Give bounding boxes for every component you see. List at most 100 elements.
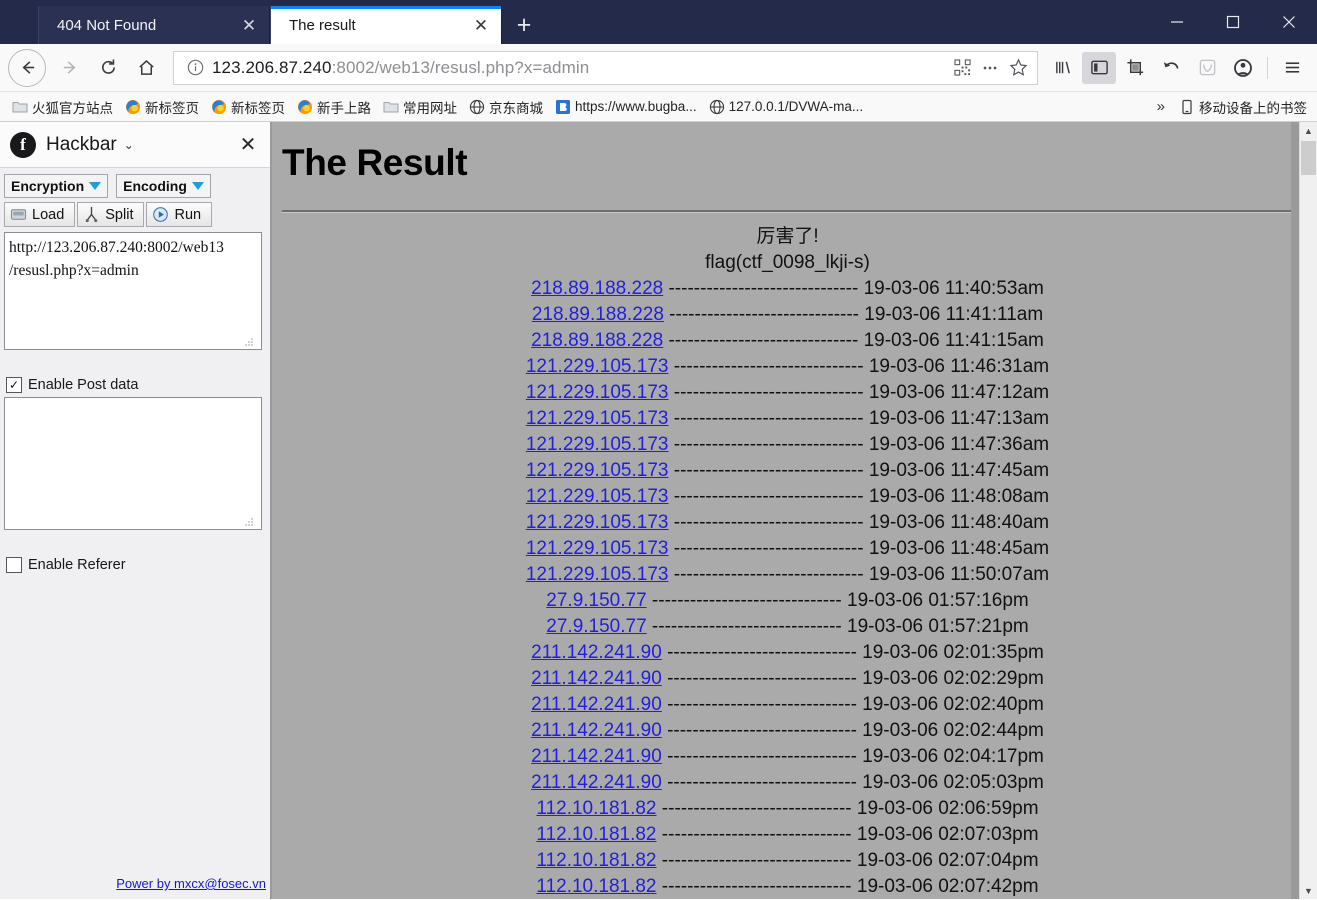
bookmark-label: 火狐官方站点 (32, 100, 113, 116)
enable-post-data-row[interactable]: ✓ Enable Post data (6, 377, 266, 393)
chevron-down-icon[interactable]: ⌄ (124, 138, 134, 152)
bookmark-item-mobile[interactable]: 移动设备上的书签 (1173, 95, 1311, 119)
bookmarks-overflow-button[interactable]: » (1149, 98, 1173, 115)
qr-code-icon[interactable] (949, 55, 975, 81)
power-by-link[interactable]: Power by mxcx@fosec.vn (116, 876, 266, 891)
visitor-ip-link[interactable]: 121.229.105.173 (526, 460, 669, 481)
visitor-ip-link[interactable]: 121.229.105.173 (526, 408, 669, 429)
visitor-ip-link[interactable]: 218.89.188.228 (531, 330, 663, 351)
scroll-up-arrow-icon[interactable]: ▲ (1300, 122, 1317, 139)
enable-post-data-checkbox[interactable]: ✓ (6, 377, 22, 393)
enable-referer-checkbox[interactable] (6, 557, 22, 573)
log-row: 112.10.181.82 --------------------------… (282, 848, 1293, 874)
screenshot-icon[interactable] (1118, 52, 1152, 84)
enable-referer-row[interactable]: Enable Referer (6, 557, 266, 573)
info-circle-icon[interactable] (184, 57, 206, 79)
bookmark-item[interactable]: 新标签页 (119, 95, 205, 119)
visitor-ip-link[interactable]: 27.9.150.77 (546, 616, 646, 637)
tab-404-not-found[interactable]: 404 Not Found ✕ (38, 6, 270, 44)
page-scrollbar[interactable]: ▲ ▼ (1299, 122, 1317, 899)
visitor-ip-link[interactable]: 211.142.241.90 (531, 720, 662, 741)
visitor-ip-link[interactable]: 211.142.241.90 (531, 642, 662, 663)
bookmark-item[interactable]: 新手上路 (291, 95, 377, 119)
dash-separator: ------------------------------ (646, 616, 848, 637)
bookmark-item[interactable]: 127.0.0.1/DVWA-ma... (703, 97, 870, 117)
browser-title-bar: 404 Not Found ✕ The result ✕ + (0, 0, 1317, 44)
visit-timestamp: 19-03-06 11:47:13am (868, 408, 1050, 429)
reload-button[interactable] (89, 49, 127, 87)
account-icon[interactable] (1226, 52, 1260, 84)
visitor-ip-link[interactable]: 211.142.241.90 (531, 668, 662, 689)
visitor-ip-link[interactable]: 218.89.188.228 (532, 304, 664, 325)
visitor-ip-link[interactable]: 112.10.181.82 (536, 850, 656, 871)
star-icon[interactable] (1005, 55, 1031, 81)
scrollbar-thumb[interactable] (1301, 141, 1316, 175)
forward-button[interactable] (51, 49, 89, 87)
sidebar-toggle-icon[interactable] (1082, 51, 1116, 84)
log-row: 112.10.181.82 --------------------------… (282, 874, 1293, 899)
visitor-ip-link[interactable]: 112.10.181.82 (536, 824, 656, 845)
resize-grip-icon[interactable] (244, 337, 254, 347)
url-input[interactable]: 123.206.87.240:8002/web13/resusl.php?x=a… (206, 58, 949, 78)
visitor-ip-link[interactable]: 121.229.105.173 (526, 356, 669, 377)
encryption-dropdown[interactable]: Encryption (4, 174, 109, 198)
tab-the-result[interactable]: The result ✕ (270, 6, 502, 44)
visitor-ip-link[interactable]: 121.229.105.173 (526, 486, 669, 507)
horizontal-divider (282, 210, 1293, 213)
visitor-ip-link[interactable]: 121.229.105.173 (526, 382, 669, 403)
log-row: 211.142.241.90 -------------------------… (282, 718, 1293, 744)
visitor-ip-link[interactable]: 112.10.181.82 (536, 876, 656, 897)
split-label: Split (105, 206, 134, 223)
bookmark-item[interactable]: 常用网址 (377, 95, 463, 119)
bookmark-item[interactable]: 火狐官方站点 (6, 95, 119, 119)
back-button[interactable] (8, 48, 46, 87)
sidebar-close-icon[interactable]: ✕ (236, 133, 260, 157)
split-button[interactable]: Split (77, 202, 145, 227)
visitor-ip-link[interactable]: 211.142.241.90 (531, 694, 662, 715)
log-row: 121.229.105.173 ------------------------… (282, 458, 1293, 484)
load-button[interactable]: Load (4, 202, 76, 227)
menu-icon[interactable] (1275, 52, 1309, 84)
visitor-ip-link[interactable]: 27.9.150.77 (546, 590, 646, 611)
url-textarea[interactable]: http://123.206.87.240:8002/web13 /resusl… (4, 232, 262, 350)
tab-label: 404 Not Found (57, 16, 157, 34)
success-message: 厉害了! (756, 226, 819, 247)
maximize-icon[interactable] (1205, 0, 1261, 44)
save-to-pocket-icon[interactable] (1190, 52, 1224, 84)
globe-icon (469, 99, 485, 114)
library-icon[interactable] (1046, 52, 1080, 84)
visit-timestamp: 19-03-06 11:40:53am (863, 278, 1044, 299)
visitor-ip-link[interactable]: 121.229.105.173 (526, 538, 669, 559)
run-button[interactable]: Run (146, 202, 213, 227)
bookmark-item[interactable]: 京东商城 (463, 95, 549, 119)
visitor-ip-link[interactable]: 112.10.181.82 (536, 798, 656, 819)
visitor-ip-link[interactable]: 211.142.241.90 (531, 746, 662, 767)
dash-separator: ------------------------------ (663, 304, 865, 325)
close-icon[interactable] (1261, 0, 1317, 44)
sidebar-title: Hackbar (46, 133, 117, 155)
visitor-ip-link[interactable]: 218.89.188.228 (531, 278, 663, 299)
bookmark-item[interactable]: https://www.bugba... (549, 97, 703, 117)
new-tab-button[interactable]: + (506, 6, 542, 44)
visit-timestamp: 19-03-06 11:47:45am (868, 460, 1050, 481)
home-button[interactable] (127, 49, 165, 87)
resize-grip-icon[interactable] (244, 517, 254, 527)
close-icon[interactable]: ✕ (237, 13, 261, 37)
undo-icon[interactable] (1154, 52, 1188, 84)
bookmark-item[interactable]: 新标签页 (205, 95, 291, 119)
close-icon[interactable]: ✕ (469, 13, 493, 37)
dash-separator: ------------------------------ (668, 460, 869, 481)
encoding-dropdown[interactable]: Encoding (116, 174, 211, 198)
visitor-ip-link[interactable]: 121.229.105.173 (526, 564, 669, 585)
log-row: 218.89.188.228 -------------------------… (282, 302, 1293, 328)
visitor-ip-link[interactable]: 121.229.105.173 (526, 434, 669, 455)
scroll-down-arrow-icon[interactable]: ▼ (1300, 882, 1317, 899)
mobile-device-icon (1182, 99, 1192, 114)
url-bar[interactable]: 123.206.87.240:8002/web13/resusl.php?x=a… (173, 50, 1038, 85)
bookmark-label: 移动设备上的书签 (1199, 100, 1307, 116)
minimize-icon[interactable] (1149, 0, 1205, 44)
visitor-ip-link[interactable]: 121.229.105.173 (526, 512, 669, 533)
visitor-ip-link[interactable]: 211.142.241.90 (531, 772, 662, 793)
ellipsis-icon[interactable] (977, 55, 1003, 81)
post-data-textarea[interactable] (4, 397, 262, 530)
